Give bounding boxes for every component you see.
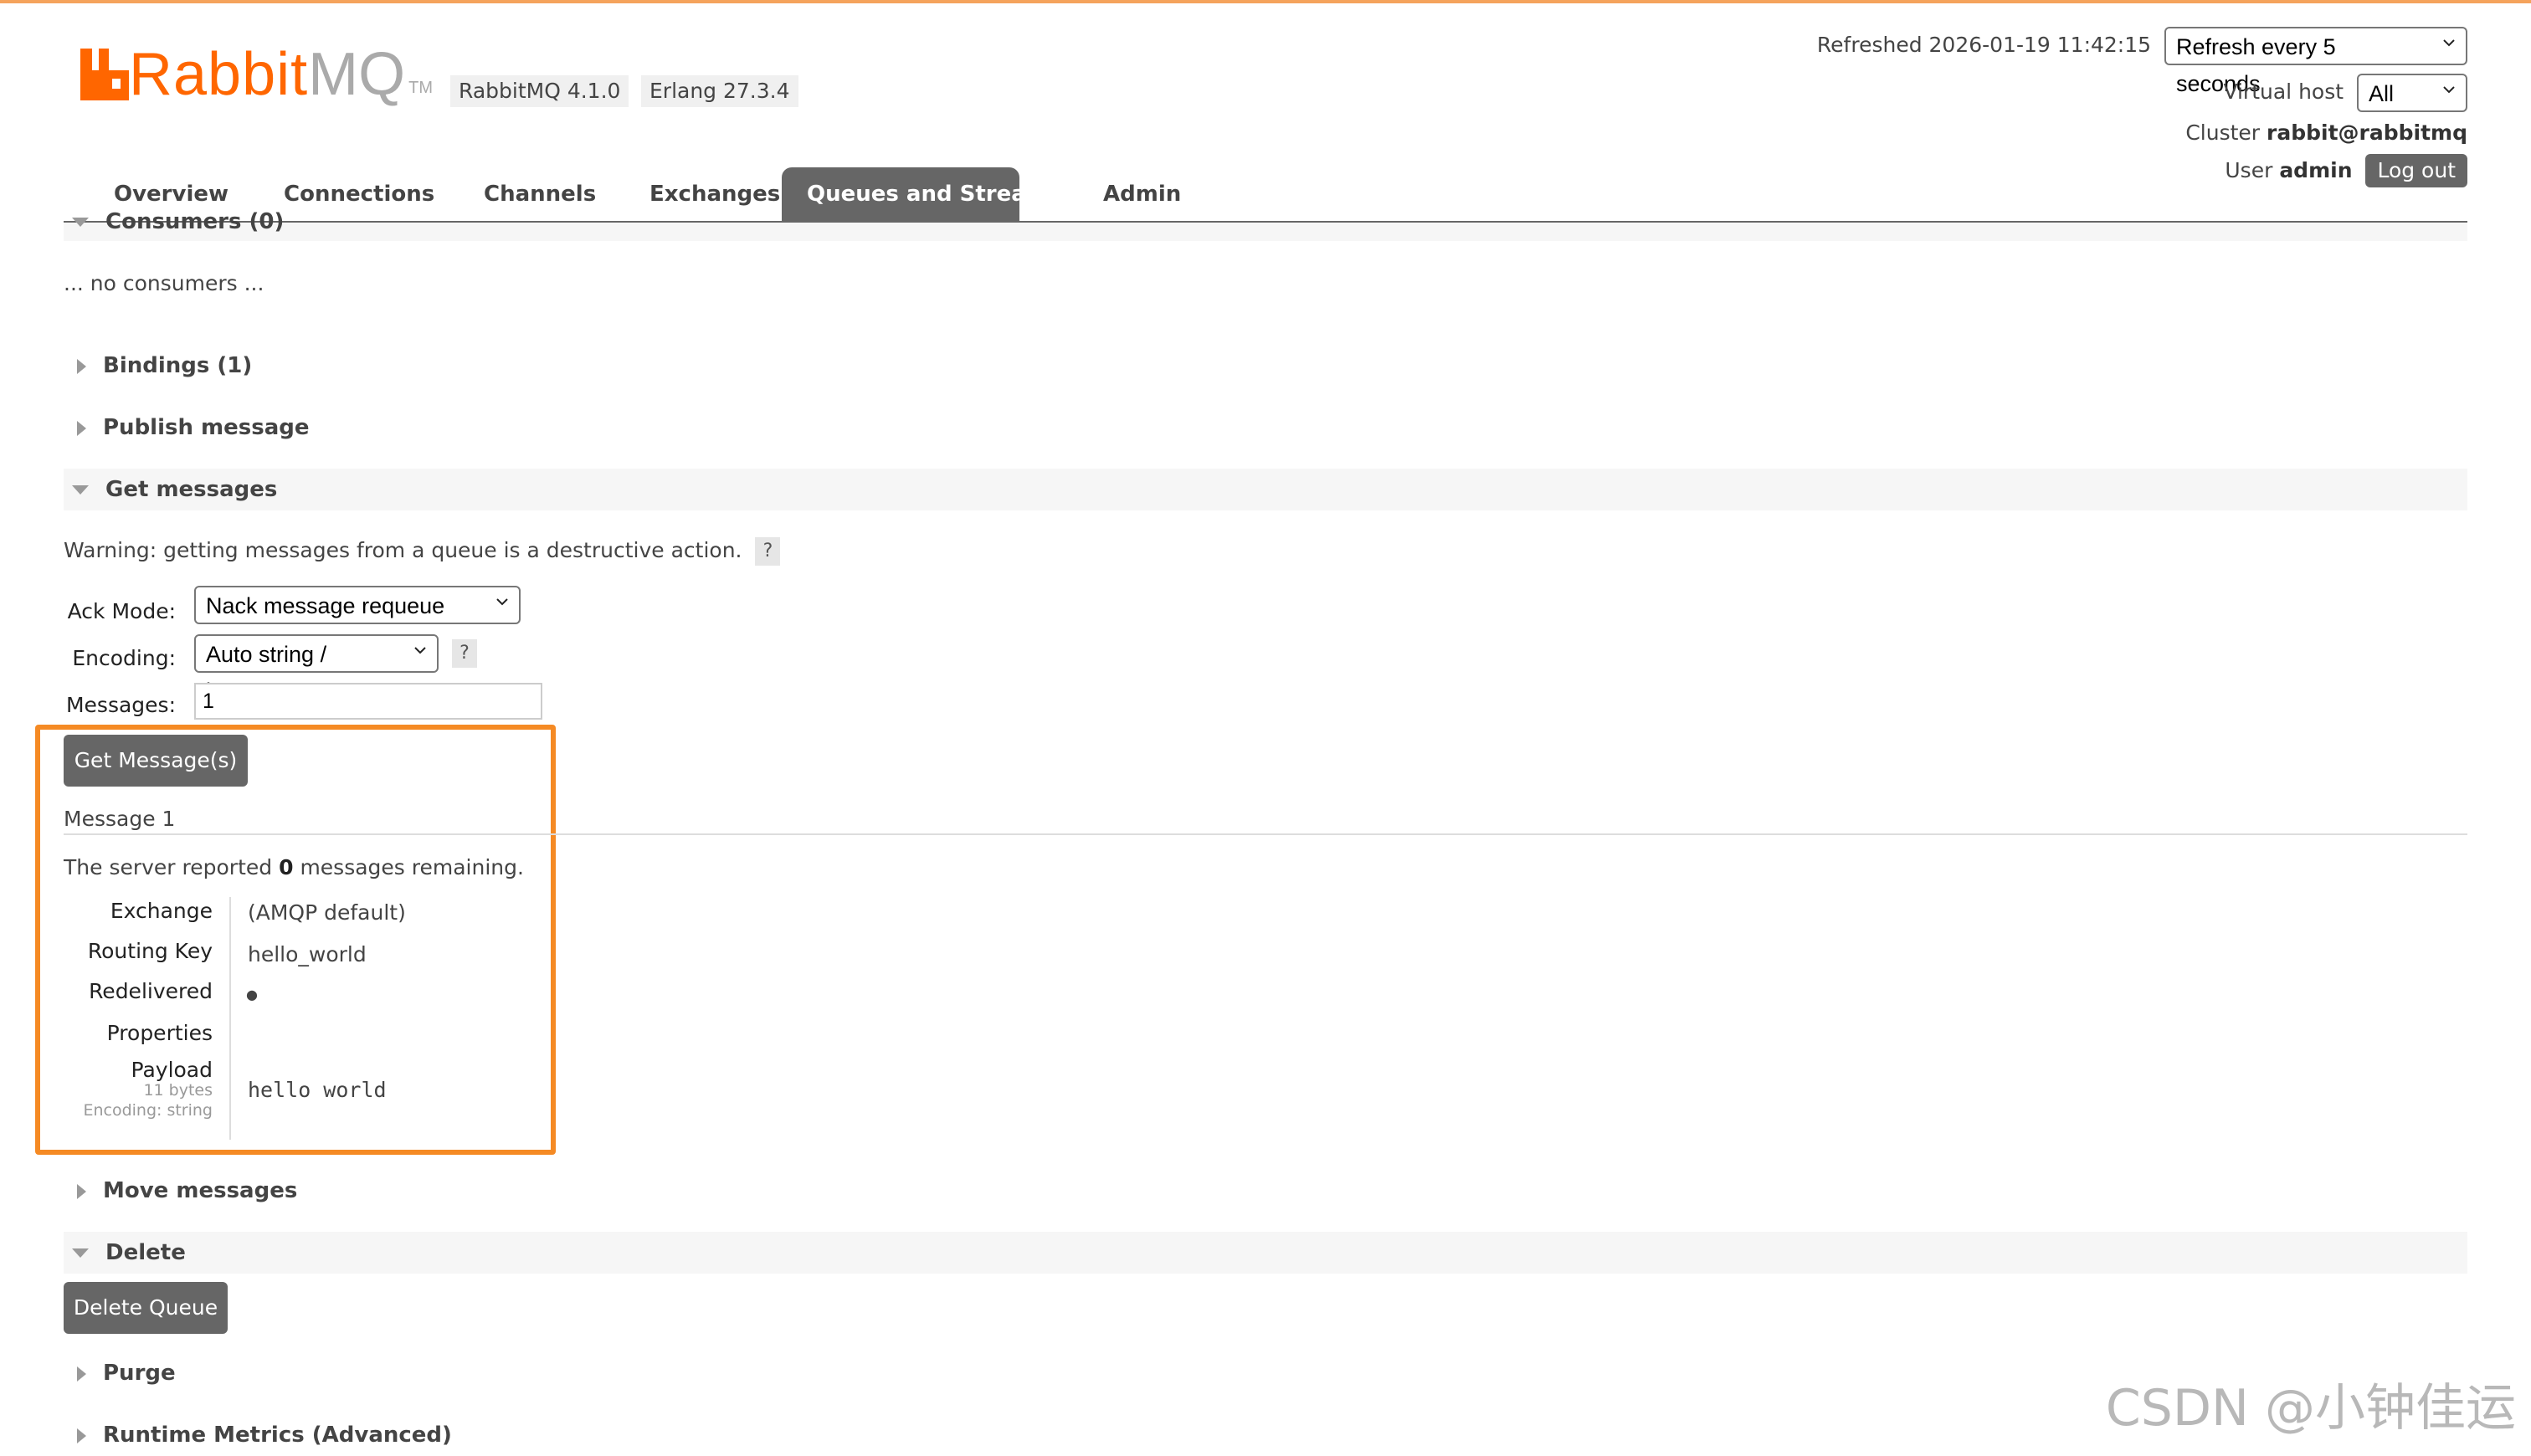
tab-connections[interactable]: Connections	[259, 167, 459, 221]
ack-mode-label: Ack Mode:	[67, 599, 176, 623]
refresh-interval-select[interactable]: Refresh every 5 seconds	[2164, 27, 2467, 96]
routing-key-label: Routing Key	[87, 939, 213, 963]
destructive-warning: Warning: getting messages from a queue i…	[64, 537, 781, 566]
expand-triangle-icon	[77, 358, 86, 374]
refreshed-timestamp: Refreshed 2026-01-19 11:42:15	[1816, 33, 2152, 57]
remaining-text: The server reported 0 messages remaining…	[64, 855, 524, 879]
chevron-down-icon	[414, 647, 426, 654]
chevron-down-icon	[2443, 86, 2455, 94]
publish-section-header[interactable]: Publish message	[64, 407, 310, 449]
delete-section-bar	[64, 1232, 2467, 1274]
exchange-label: Exchange	[110, 899, 213, 923]
collapse-triangle-icon	[72, 485, 89, 495]
delete-queue-button[interactable]: Delete Queue	[64, 1282, 228, 1334]
routing-key-value: hello_world	[248, 942, 367, 966]
chevron-down-icon	[2443, 39, 2455, 47]
purge-section-header[interactable]: Purge	[64, 1352, 176, 1394]
payload-size: 11 bytes	[143, 1081, 213, 1100]
exchange-value: (AMQP default)	[248, 900, 406, 925]
logo-text-mq: MQ	[308, 41, 406, 108]
refresh-row: Refreshed 2026-01-19 11:42:15 Refresh ev…	[1816, 27, 2467, 96]
payload-encoding: Encoding: string	[83, 1101, 213, 1120]
get-messages-section-header[interactable]: Get messages	[64, 469, 277, 510]
tab-admin[interactable]: Admin	[1078, 167, 1206, 221]
chevron-down-icon	[496, 598, 508, 606]
expand-triangle-icon	[77, 1428, 86, 1443]
tab-exchanges[interactable]: Exchanges	[624, 167, 805, 221]
payload-label: Payload	[131, 1058, 213, 1082]
main-nav: Overview Connections Channels Exchanges …	[64, 167, 2467, 223]
messages-count-label: Messages:	[65, 693, 176, 717]
message-heading: Message 1	[64, 807, 176, 831]
consumers-section-bar	[64, 223, 2467, 241]
encoding-select[interactable]: Auto string / base64	[194, 634, 439, 704]
runtime-metrics-section-header[interactable]: Runtime Metrics (Advanced)	[64, 1414, 452, 1456]
get-messages-button[interactable]: Get Message(s)	[64, 735, 248, 787]
ack-mode-select[interactable]: Nack message requeue true	[194, 586, 521, 655]
message-divider	[64, 833, 2467, 835]
logo-trademark: TM	[408, 79, 433, 97]
bindings-section-header[interactable]: Bindings (1)	[64, 345, 252, 387]
messages-count-input[interactable]: 1	[194, 683, 542, 720]
expand-triangle-icon	[77, 1366, 86, 1382]
erlang-badge: Erlang 27.3.4	[641, 75, 798, 107]
delete-section-header[interactable]: Delete	[64, 1232, 186, 1274]
cluster-row: Cluster rabbit@rabbitmq	[2185, 120, 2467, 145]
vhost-select[interactable]: All	[2357, 74, 2467, 112]
cluster-label: Cluster	[2185, 120, 2261, 145]
tab-queues-and-streams[interactable]: Queues and Streams	[782, 167, 1061, 221]
vhost-label: Virtual host	[2223, 79, 2344, 104]
vhost-row: Virtual host All	[2223, 74, 2467, 112]
help-icon[interactable]: ?	[755, 537, 781, 566]
expand-triangle-icon	[77, 1183, 86, 1199]
encoding-label: Encoding:	[72, 646, 176, 670]
help-icon[interactable]: ?	[451, 639, 477, 668]
consumers-section-header[interactable]: Consumers (0)	[64, 209, 284, 234]
get-messages-section-bar	[64, 469, 2467, 510]
collapse-triangle-icon	[72, 218, 89, 227]
version-badge: RabbitMQ 4.1.0	[450, 75, 629, 107]
cluster-name: rabbit@rabbitmq	[2267, 120, 2467, 145]
message-table-divider	[229, 897, 231, 1140]
expand-triangle-icon	[77, 420, 86, 436]
top-accent-line	[0, 0, 2531, 3]
no-consumers-text: ... no consumers ...	[64, 271, 264, 295]
watermark: CSDN @小钟佳运	[2105, 1379, 2516, 1438]
remaining-count: 0	[279, 855, 294, 879]
redelivered-label: Redelivered	[89, 979, 213, 1003]
redelivered-indicator: ●	[246, 987, 258, 1002]
properties-label: Properties	[106, 1021, 213, 1045]
rabbitmq-logo[interactable]: Rabbit MQ TM	[80, 42, 433, 107]
collapse-triangle-icon	[72, 1248, 89, 1258]
move-messages-section-header[interactable]: Move messages	[64, 1170, 297, 1212]
rabbitmq-logo-icon	[80, 49, 129, 100]
tab-channels[interactable]: Channels	[459, 167, 621, 221]
payload-value: hello world	[248, 1078, 387, 1102]
logo-text-rabbit: Rabbit	[129, 41, 309, 108]
